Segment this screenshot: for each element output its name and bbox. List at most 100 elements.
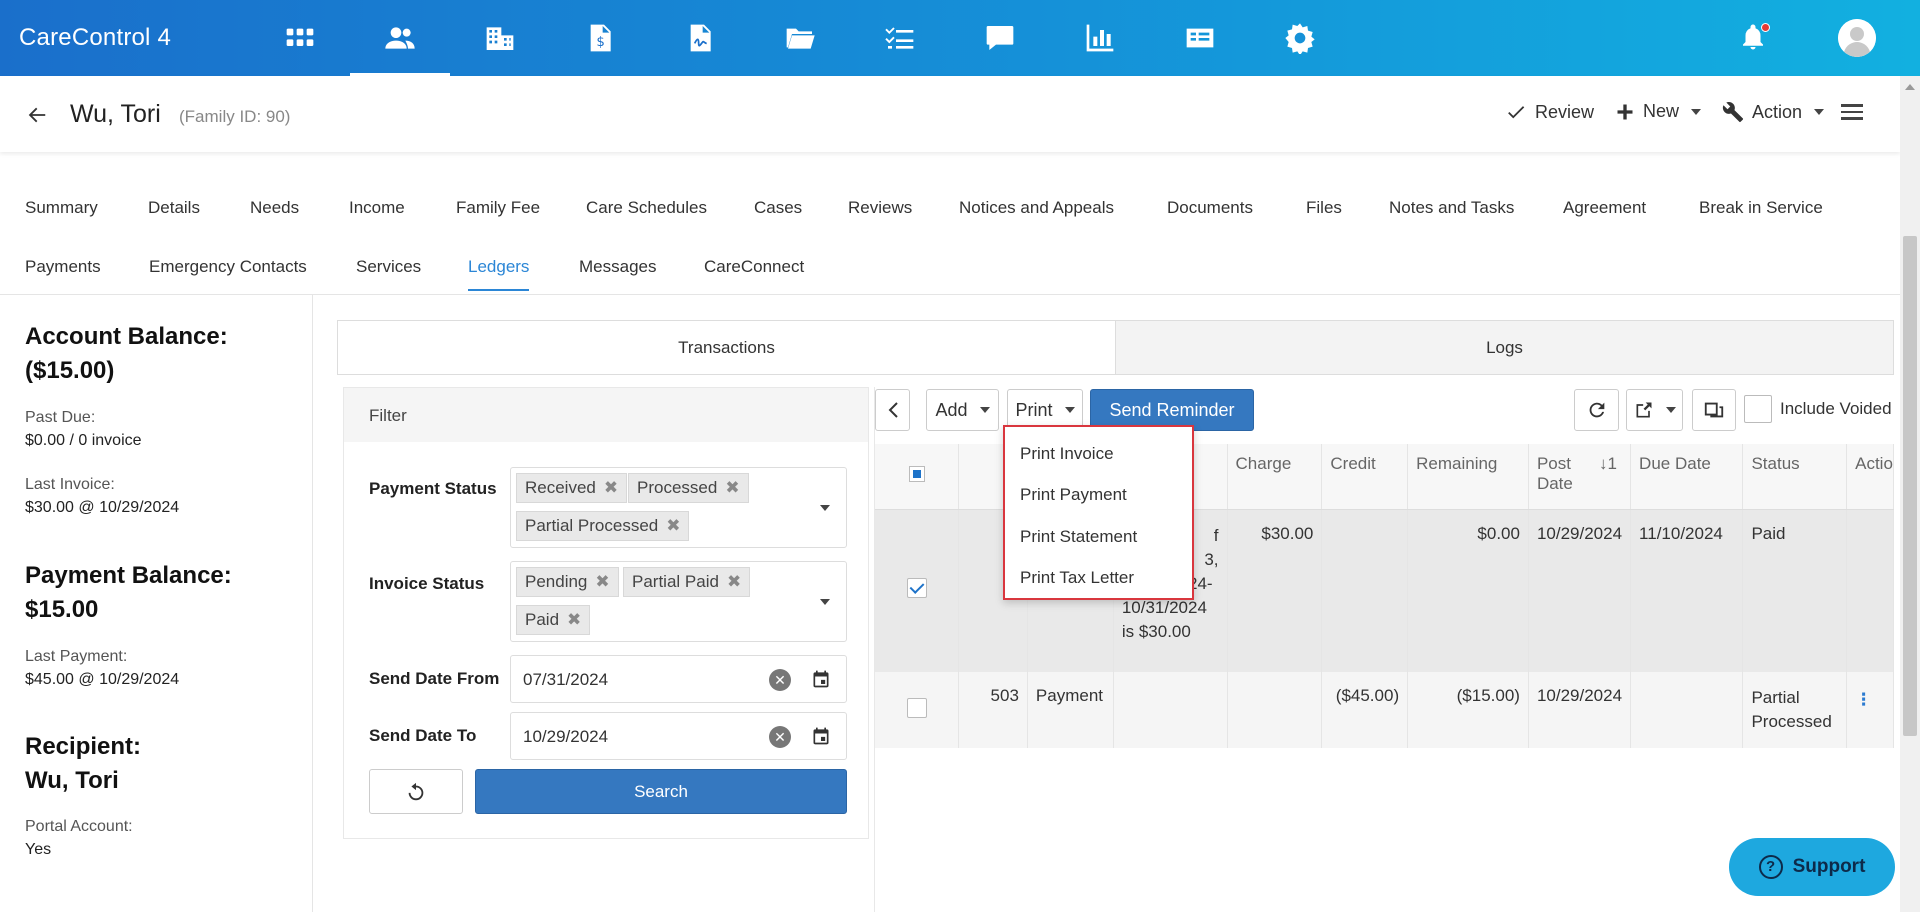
payment-status-select[interactable]: Received ✖ Processed ✖ Partial Processed ✖ <box>510 467 847 548</box>
billing-icon[interactable]: $ <box>550 0 650 76</box>
table-row[interactable]: 503 Payment ($45.00) ($15.00) 10/29/2024… <box>875 672 1894 748</box>
col-post-date[interactable]: Post Date ↓1 <box>1528 444 1632 510</box>
remove-chip-icon[interactable]: ✖ <box>595 572 609 591</box>
tab-documents[interactable]: Documents <box>1167 198 1253 218</box>
row-id-link[interactable]: 503 <box>958 672 1028 748</box>
app-title[interactable]: CareControl 4 <box>19 24 171 52</box>
menu-print-invoice[interactable]: Print Invoice <box>1020 444 1114 464</box>
scroll-up-arrow-icon[interactable] <box>1905 84 1915 90</box>
chevron-down-icon[interactable] <box>820 505 830 511</box>
back-arrow-icon[interactable] <box>26 104 48 126</box>
row-select-cell[interactable] <box>875 672 960 748</box>
calendar-icon[interactable] <box>811 669 831 689</box>
invoice-status-select[interactable]: Pending ✖ Partial Paid ✖ Paid ✖ <box>510 561 847 642</box>
tab-income[interactable]: Income <box>349 198 405 218</box>
remove-chip-icon[interactable]: ✖ <box>727 572 741 591</box>
user-avatar[interactable] <box>1838 19 1876 57</box>
send-date-to-input[interactable]: 10/29/2024 ✕ <box>510 712 847 760</box>
help-icon: ? <box>1758 855 1783 879</box>
add-dropdown-button[interactable]: Add <box>926 389 999 431</box>
chevron-down-icon[interactable] <box>820 599 830 605</box>
row-checkbox[interactable] <box>906 697 927 718</box>
col-charge[interactable]: Charge <box>1227 444 1323 510</box>
tab-transactions[interactable]: Transactions <box>338 321 1116 374</box>
remove-chip-icon[interactable]: ✖ <box>666 516 680 535</box>
calendar-icon[interactable] <box>811 726 831 746</box>
row-post-date: 10/29/2024 <box>1528 672 1632 748</box>
send-date-from-value: 07/31/2024 <box>523 670 609 689</box>
tab-services[interactable]: Services <box>356 257 421 277</box>
signature-document-icon[interactable] <box>650 0 750 76</box>
scrollbar-thumb[interactable] <box>1903 236 1917 736</box>
ledger-subtabs: Transactions Logs <box>337 320 1894 375</box>
tab-files[interactable]: Files <box>1306 198 1342 218</box>
refresh-button[interactable] <box>1574 389 1619 431</box>
col-credit[interactable]: Credit <box>1321 444 1409 510</box>
tab-logs[interactable]: Logs <box>1116 321 1893 374</box>
tab-family-fee[interactable]: Family Fee <box>456 198 540 218</box>
tab-emergency-contacts[interactable]: Emergency Contacts <box>149 257 307 277</box>
chip-label: Partial Paid <box>632 572 719 591</box>
reset-filter-button[interactable] <box>369 769 463 814</box>
tab-agreement[interactable]: Agreement <box>1563 198 1646 218</box>
folder-icon[interactable] <box>750 0 850 76</box>
clear-icon[interactable]: ✕ <box>769 669 791 691</box>
menu-print-statement[interactable]: Print Statement <box>1020 527 1137 547</box>
row-status: Partial Processed <box>1742 672 1848 748</box>
col-due-date[interactable]: Due Date <box>1630 444 1744 510</box>
wrench-icon <box>1722 102 1744 123</box>
tab-summary[interactable]: Summary <box>25 198 98 218</box>
tab-care-schedules[interactable]: Care Schedules <box>586 198 707 218</box>
new-dropdown-button[interactable]: New <box>1615 101 1702 122</box>
action-dropdown-button[interactable]: Action <box>1722 101 1825 123</box>
print-label: Print <box>1015 399 1053 420</box>
clear-icon[interactable]: ✕ <box>769 726 791 748</box>
tab-notices-and-appeals[interactable]: Notices and Appeals <box>959 198 1114 218</box>
support-label: Support <box>1792 856 1866 877</box>
row-checkbox-checked[interactable] <box>906 578 927 599</box>
row-actions-kebab-icon[interactable]: ⋮ <box>1855 690 1872 709</box>
tab-details[interactable]: Details <box>148 198 200 218</box>
include-voided-toggle[interactable]: Include Voided <box>1744 395 1892 423</box>
col-status[interactable]: Status <box>1742 444 1848 510</box>
search-button[interactable]: Search <box>475 769 847 814</box>
tab-notes-and-tasks[interactable]: Notes and Tasks <box>1389 198 1514 218</box>
tab-ledgers[interactable]: Ledgers <box>468 257 530 291</box>
tab-needs[interactable]: Needs <box>250 198 299 218</box>
review-button[interactable]: Review <box>1505 101 1594 123</box>
export-dropdown-button[interactable] <box>1626 389 1683 431</box>
hamburger-menu-icon[interactable] <box>1841 104 1863 122</box>
id-card-icon[interactable] <box>1150 0 1250 76</box>
notifications-bell-icon[interactable] <box>1738 22 1772 56</box>
tab-careconnect[interactable]: CareConnect <box>704 257 804 277</box>
support-button[interactable]: ? Support <box>1729 838 1895 896</box>
messages-icon[interactable] <box>950 0 1050 76</box>
include-voided-checkbox[interactable] <box>1744 395 1772 423</box>
menu-print-payment[interactable]: Print Payment <box>1020 485 1127 505</box>
tab-messages[interactable]: Messages <box>579 257 656 277</box>
collapse-filter-button[interactable] <box>875 389 910 431</box>
families-icon[interactable] <box>350 0 450 76</box>
settings-gear-icon[interactable] <box>1250 0 1350 76</box>
remove-chip-icon[interactable]: ✖ <box>725 478 739 497</box>
tab-reviews[interactable]: Reviews <box>848 198 912 218</box>
reports-icon[interactable] <box>1050 0 1150 76</box>
providers-icon[interactable] <box>450 0 550 76</box>
page-scrollbar[interactable] <box>1900 76 1920 912</box>
remove-chip-icon[interactable]: ✖ <box>604 478 618 497</box>
apps-grid-icon[interactable] <box>250 0 350 76</box>
columns-icon <box>1704 402 1724 418</box>
columns-button[interactable] <box>1692 389 1736 431</box>
select-all-cell[interactable] <box>875 444 960 510</box>
menu-print-tax-letter[interactable]: Print Tax Letter <box>1020 568 1134 588</box>
col-remaining[interactable]: Remaining <box>1407 444 1529 510</box>
tab-break-in-service[interactable]: Break in Service <box>1699 198 1823 218</box>
tasks-icon[interactable] <box>850 0 950 76</box>
remove-chip-icon[interactable]: ✖ <box>567 610 581 629</box>
send-date-from-input[interactable]: 07/31/2024 ✕ <box>510 655 847 703</box>
select-all-checkbox[interactable] <box>908 466 925 483</box>
tab-cases[interactable]: Cases <box>754 198 802 218</box>
row-action-cell <box>1846 509 1894 672</box>
row-select-cell[interactable] <box>875 509 960 672</box>
tab-payments[interactable]: Payments <box>25 257 101 277</box>
